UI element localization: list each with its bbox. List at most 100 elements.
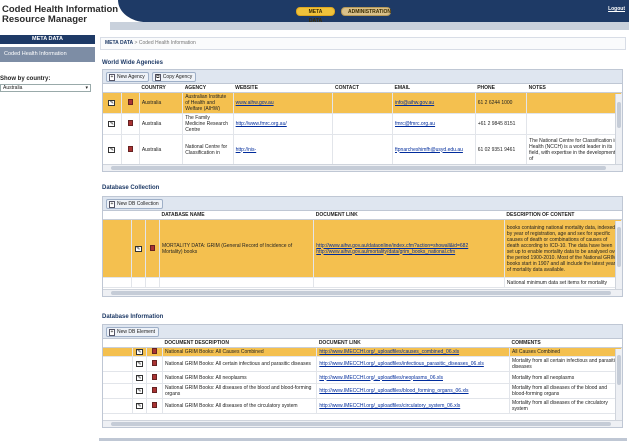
col-document-link[interactable]: DOCUMENT LINK [316,339,510,348]
tab-administration[interactable]: ADMINISTRATION [341,7,391,16]
sidebar-header: META DATA [0,35,95,44]
col-description[interactable]: DESCRIPTION OF CONTENT [504,211,622,220]
table-row[interactable]: ✎ Australia Australian Institute of Heal… [103,92,622,114]
new-db-collection-label: New DB Collection [117,201,159,207]
agencies-panel: + New Agency ⧉ Copy Agency COUNTRY AGENCY … [102,69,623,172]
collection-vertical-scrollbar[interactable] [615,221,622,290]
col-agency[interactable]: AGENCY [182,84,234,93]
collection-horizontal-scrollbar[interactable] [103,289,622,296]
col-website[interactable]: WEBSITE [233,84,333,93]
cell-website-link[interactable]: http://nis- [236,147,257,153]
new-db-element-button[interactable]: + New DB Element [106,327,160,337]
col-database-name[interactable]: DATABASE NAME [159,211,314,220]
cell-email-link[interactable]: ftpnarcheshimfh@usyd.edu.au [395,147,463,153]
cell-document-description: National GRIM Books: All certain infecti… [162,356,318,372]
trash-icon[interactable] [127,99,133,105]
sidebar-item-coded-health[interactable]: Coded Health Information [0,47,95,62]
edit-icon[interactable]: ✎ [134,245,142,252]
trash-icon[interactable] [151,373,157,380]
table-row[interactable]: ✎ MORTALITY DATA: GRIM (General Record o… [103,219,622,278]
cell-document-link[interactable]: http://www.IMECCHI.org/_uploadfiles/bloo… [319,388,468,394]
cell-comments: Mortality from all diseases of the blood… [509,383,622,399]
tab-meta-data[interactable]: META DATA [296,7,335,24]
trash-icon[interactable] [151,360,157,366]
table-row[interactable]: ✎ National GRIM Books: All neoplasms htt… [103,371,622,384]
agencies-title: World Wide Agencies [102,60,163,66]
cell-phone: 61 02 9351 9461 [475,134,528,165]
cell-agency: National Centre for Classification in [182,134,234,165]
breadcrumb-root[interactable]: META DATA [105,40,133,46]
table-row[interactable]: ✎ Australia The Family Medicine Research… [103,113,622,135]
edit-icon[interactable]: ✎ [135,388,143,394]
cell-document-link[interactable]: http://www.IMECCHI.org/_uploadfiles/neop… [319,375,443,381]
col-contact[interactable]: CONTACT [332,84,393,93]
edit-icon[interactable]: ✎ [135,349,143,355]
country-select-value: Australia [3,85,23,91]
cell-document-link-2[interactable]: http://www.aihw.gov.au/mortality/data/gr… [316,249,455,255]
trash-icon[interactable] [149,244,155,251]
new-db-element-label: New DB Element [117,329,156,335]
agencies-vertical-scrollbar[interactable] [615,94,622,165]
edit-icon[interactable]: ✎ [135,374,143,381]
country-select[interactable]: Australia ▾ [0,84,91,92]
cell-document-link[interactable]: http://www.IMECCHI.org/_uploadfiles/caus… [319,349,459,355]
edit-icon[interactable]: ✎ [108,100,116,106]
copy-agency-button[interactable]: ⧉ Copy Agency [151,72,197,82]
table-row[interactable]: ✎ National GRIM Books: All Causes Combin… [103,347,622,357]
table-row[interactable]: National minimum data set items for mort… [103,277,622,288]
col-document-description[interactable]: DOCUMENT DESCRIPTION [162,339,317,348]
edit-icon[interactable]: ✎ [135,361,143,367]
cell-document-link[interactable]: http://www.IMECCHI.org/_uploadfiles/circ… [319,403,460,409]
cell-agency: The Family Medicine Research Centre [182,113,234,135]
cell-country: Australia [139,113,184,135]
copy-icon: ⧉ [154,73,161,81]
cell-comments: Mortality from all certain infectious an… [509,356,622,372]
trash-icon[interactable] [127,120,133,126]
table-row[interactable]: ✎ National GRIM Books: All diseases of t… [103,398,622,414]
new-document-icon: + [109,328,115,336]
page-bottom-bar [99,438,627,441]
cell-website-link[interactable]: http://www.fmrc.org.au/ [236,121,287,127]
table-row[interactable]: ✎ Australia National Centre for Classifi… [103,134,622,165]
col-email[interactable]: EMAIL [392,84,476,93]
agencies-table: COUNTRY AGENCY WEBSITE CONTACT EMAIL PHO… [103,84,622,165]
logout-link[interactable]: Logout [608,6,625,12]
col-comments[interactable]: COMMENTS [509,339,622,348]
cell-document-link[interactable]: http://www.IMECCHI.org/_uploadfiles/infe… [319,361,484,367]
cell-description: books containing national mortality data… [504,219,622,278]
new-db-collection-button[interactable]: + New DB Collection [106,199,163,209]
table-row[interactable]: ✎ National GRIM Books: All certain infec… [103,356,622,372]
edit-icon[interactable]: ✎ [135,403,143,409]
cell-document-description: National GRIM Books: All diseases of the… [162,398,318,414]
new-agency-button[interactable]: + New Agency [106,72,149,82]
new-document-icon: + [109,200,115,208]
cell-notes: The National Centre for Classification i… [526,134,622,165]
edit-icon[interactable]: ✎ [108,121,116,127]
col-notes[interactable]: NOTES [526,84,622,93]
cell-contact [332,92,393,114]
sidebar: META DATA Coded Health Information Show … [0,35,95,92]
col-phone[interactable]: PHONE [475,84,527,93]
cell-email-link[interactable]: fmrc@fmrc.org.au [395,121,435,127]
breadcrumb-separator: > [134,40,138,46]
cell-phone: 61 2 6244 1000 [475,92,528,114]
trash-icon[interactable] [151,387,157,393]
trash-icon[interactable] [127,145,133,152]
app-logo: Coded Health Information Resource Manage… [2,5,118,25]
breadcrumb-current: Coded Health Information [138,40,196,46]
trash-icon[interactable] [151,348,157,354]
cell-website-link[interactable]: www.aihw.gov.au [236,100,274,106]
information-table: DOCUMENT DESCRIPTION DOCUMENT LINK COMME… [103,339,622,414]
cell-contact [332,113,393,135]
col-document-link[interactable]: DOCUMENT LINK [313,211,505,220]
trash-icon[interactable] [151,402,157,408]
col-country[interactable]: COUNTRY [139,84,183,93]
information-horizontal-scrollbar[interactable] [103,420,622,427]
edit-icon[interactable]: ✎ [108,146,116,153]
information-vertical-scrollbar[interactable] [615,349,622,421]
header-divider [110,22,629,30]
copy-agency-label: Copy Agency [162,74,193,80]
agencies-horizontal-scrollbar[interactable] [103,164,622,171]
cell-email-link[interactable]: info@aihw.gov.au [395,100,434,106]
table-row[interactable]: ✎ National GRIM Books: All diseases of t… [103,383,622,399]
